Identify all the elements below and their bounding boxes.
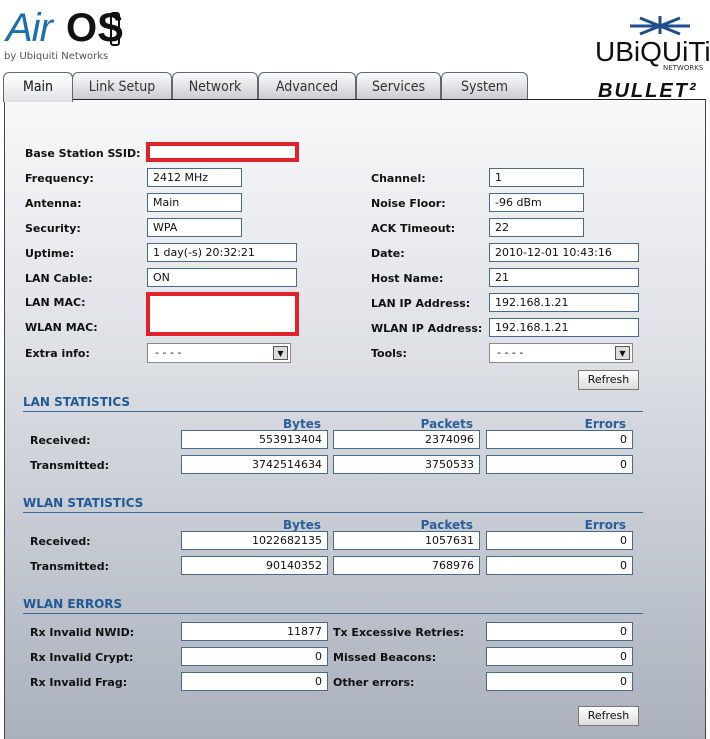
field-label: Frequency: <box>25 172 94 185</box>
refresh-stats-button[interactable]: Refresh <box>578 706 639 726</box>
extra-info-label: Extra info: <box>25 347 90 360</box>
tab-link-setup[interactable]: Link Setup <box>72 72 172 100</box>
error-label: Tx Excessive Retries: <box>333 626 465 639</box>
tab-main[interactable]: Main <box>3 72 73 102</box>
stat-value: 0 <box>486 430 633 449</box>
tab-system[interactable]: System <box>441 72 528 100</box>
field-label: ACK Timeout: <box>371 222 456 235</box>
field-label: Antenna: <box>25 197 82 210</box>
column-header: Bytes <box>283 518 321 532</box>
field-label: Channel: <box>371 172 426 185</box>
chevron-down-icon[interactable]: ▼ <box>615 346 630 360</box>
error-label: Other errors: <box>333 676 415 689</box>
row-label: Received: <box>30 434 91 447</box>
stat-value: 90140352 <box>181 556 328 575</box>
ssid-label: Base Station SSID: <box>25 147 141 160</box>
error-value: 0 <box>486 672 633 691</box>
column-header: Packets <box>420 417 473 431</box>
tools-select[interactable]: - - - - ▼ <box>489 343 633 363</box>
field-value: 1 <box>489 168 584 187</box>
field-value: 22 <box>489 218 584 237</box>
tools-label: Tools: <box>371 347 407 360</box>
field-value: 21 <box>489 268 639 287</box>
row-label: Transmitted: <box>30 459 110 472</box>
field-label: Noise Floor: <box>371 197 446 210</box>
field-label: Host Name: <box>371 272 444 285</box>
field-value: 192.168.1.21 <box>489 318 639 337</box>
tools-value: - - - - <box>497 346 524 359</box>
field-label: Security: <box>25 222 81 235</box>
refresh-button[interactable]: Refresh <box>578 370 639 390</box>
wlan-mac-label: WLAN MAC: <box>25 321 98 334</box>
error-value: 0 <box>181 672 328 691</box>
airos-byline: by Ubiquiti Networks <box>4 51 109 62</box>
field-label: LAN IP Address: <box>371 297 471 310</box>
stat-value: 1057631 <box>333 531 480 550</box>
field-value: 2412 MHz <box>147 168 242 187</box>
column-header: Bytes <box>283 417 321 431</box>
extra-info-value: - - - - <box>155 346 182 359</box>
error-value: 0 <box>181 647 328 666</box>
field-value: 1 day(-s) 20:32:21 <box>147 243 297 262</box>
field-label: LAN Cable: <box>25 272 93 285</box>
field-value: Main <box>147 193 242 212</box>
column-header: Errors <box>584 417 626 431</box>
error-label: Rx Invalid NWID: <box>30 626 135 639</box>
airos-logo: Air <box>6 6 53 50</box>
error-value: 11877 <box>181 622 328 641</box>
tab-services[interactable]: Services <box>356 72 441 100</box>
error-label: Rx Invalid Crypt: <box>30 651 134 664</box>
error-value: 0 <box>486 647 633 666</box>
field-value: ON <box>147 268 297 287</box>
ubiquiti-networks: NETWORKS <box>663 64 704 72</box>
extra-info-select[interactable]: - - - - ▼ <box>147 343 291 363</box>
section-title: WLAN ERRORS <box>23 597 643 614</box>
row-label: Received: <box>30 535 91 548</box>
tab-network[interactable]: Network <box>172 72 258 100</box>
field-label: WLAN IP Address: <box>371 322 483 335</box>
column-header: Errors <box>584 518 626 532</box>
stat-value: 3742514634 <box>181 455 328 474</box>
stat-value: 0 <box>486 455 633 474</box>
stat-value: 0 <box>486 556 633 575</box>
field-label: Date: <box>371 247 405 260</box>
section-title: WLAN STATISTICS <box>23 496 643 513</box>
row-label: Transmitted: <box>30 560 110 573</box>
stat-value: 3750533 <box>333 455 480 474</box>
field-value: WPA <box>147 218 242 237</box>
bullet-device-icon <box>110 12 120 46</box>
chevron-down-icon[interactable]: ▼ <box>273 346 288 360</box>
stat-value: 1022682135 <box>181 531 328 550</box>
field-value: 192.168.1.21 <box>489 293 639 312</box>
column-header: Packets <box>420 518 473 532</box>
stat-value: 2374096 <box>333 430 480 449</box>
lan-mac-label: LAN MAC: <box>25 296 86 309</box>
section-title: LAN STATISTICS <box>23 395 643 412</box>
field-value: 2010-12-01 10:43:16 <box>489 243 639 262</box>
stat-value: 768976 <box>333 556 480 575</box>
field-value: -96 dBm <box>489 193 584 212</box>
stat-value: 553913404 <box>181 430 328 449</box>
stat-value: 0 <box>486 531 633 550</box>
error-label: Rx Invalid Frag: <box>30 676 128 689</box>
field-label: Uptime: <box>25 247 75 260</box>
ubiquiti-antenna-icon <box>620 14 700 36</box>
ssid-redacted <box>146 142 299 162</box>
mac-redacted <box>146 292 299 336</box>
error-label: Missed Beacons: <box>333 651 437 664</box>
error-value: 0 <box>486 622 633 641</box>
tab-advanced[interactable]: Advanced <box>258 72 356 100</box>
